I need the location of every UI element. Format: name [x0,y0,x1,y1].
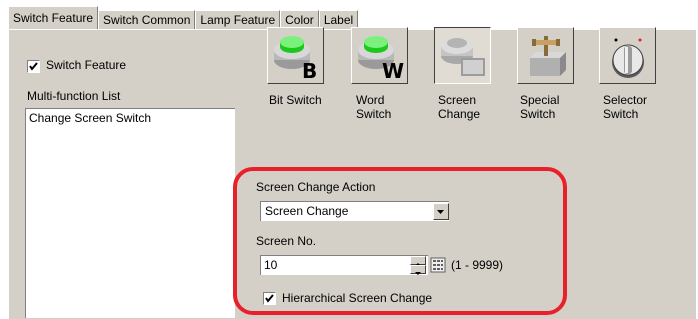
hierarchical-screen-change-checkbox[interactable] [263,292,276,305]
screen-no-value: 10 [264,258,278,272]
stepper-down-button[interactable] [410,265,426,275]
tab-switch-feature[interactable]: Switch Feature [8,6,99,29]
svg-text:B: B [302,59,317,80]
checkmark-icon [265,294,274,303]
tab-switch-common[interactable]: Switch Common [98,10,196,29]
screen-change-action-select[interactable]: Screen Change [260,201,449,221]
dropdown-button[interactable] [433,203,449,220]
selector-switch-button[interactable] [599,27,656,84]
screen-no-label: Screen No. [256,234,317,248]
green-button-b-icon: B [274,36,317,80]
selector-switch-caption: Selector Switch [603,93,648,121]
screen-no-range: (1 - 9999) [451,258,504,272]
word-switch-caption: Word Switch [356,93,392,121]
word-switch-button[interactable]: W [351,27,408,84]
hierarchical-screen-change-label: Hierarchical Screen Change [282,291,433,305]
multi-function-list[interactable]: Change Screen Switch [25,108,235,318]
list-item[interactable]: Change Screen Switch [29,111,151,125]
green-button-w-icon: W [358,36,404,80]
screen-change-action-value: Screen Change [265,204,349,218]
special-switch-icon [530,36,566,76]
screen-no-stepper[interactable] [410,256,426,275]
stepper-up-button[interactable] [410,256,426,266]
special-switch-button[interactable] [517,27,574,84]
tab-strip: Switch Feature Switch Common Lamp Featur… [8,6,359,29]
svg-text:W: W [382,59,404,80]
switch-feature-label: Switch Feature [46,58,127,72]
bit-switch-button[interactable]: B [267,27,324,84]
screen-no-input[interactable]: 10 [260,255,428,275]
screen-change-button[interactable] [434,27,491,84]
chevron-down-icon [437,210,444,214]
bit-switch-caption: Bit Switch [269,93,322,107]
keypad-icon[interactable] [430,257,446,273]
screen-change-caption: Screen Change [438,93,481,121]
switch-feature-checkbox[interactable] [27,60,40,73]
screen-change-action-label: Screen Change Action [256,180,376,194]
selector-knob-icon [612,38,644,78]
multi-function-list-label: Multi-function List [27,89,121,103]
screen-change-icon [441,38,485,76]
arrow-down-icon [415,272,421,275]
special-switch-caption: Special Switch [520,93,560,121]
checkmark-icon [29,62,38,71]
